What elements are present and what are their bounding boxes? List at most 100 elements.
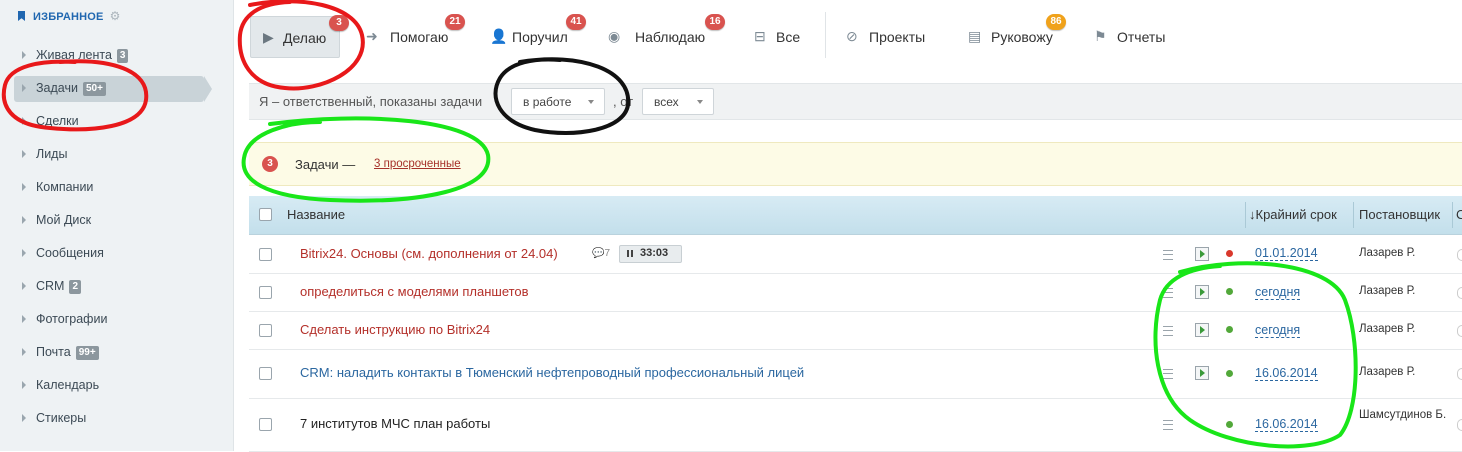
sidebar-item-stickers[interactable]: Стикеры xyxy=(0,406,233,432)
menu-icon[interactable] xyxy=(1163,288,1173,298)
row-checkbox[interactable] xyxy=(259,324,272,337)
counter-badge: 99+ xyxy=(75,346,99,360)
selected-value: в работе xyxy=(523,95,572,109)
tab-reports[interactable]: ⚑ Отчеты xyxy=(1094,16,1184,56)
table-row[interactable]: определиться с моделями планшетов сегодн… xyxy=(249,274,1462,312)
column-deadline-header[interactable]: ↓Крайний срок xyxy=(1249,207,1337,222)
row-checkbox[interactable] xyxy=(259,367,272,380)
chevron-right-icon xyxy=(22,381,26,389)
chevron-right-icon xyxy=(22,249,26,257)
sidebar-item-my-drive[interactable]: Мой Диск xyxy=(0,208,233,234)
comments-count: 💬7 xyxy=(592,248,611,259)
eye-icon: ◉ xyxy=(608,28,621,44)
creator-name[interactable]: Шамсутдинов Б. xyxy=(1359,407,1449,423)
notebook-icon: ▤ xyxy=(968,28,982,44)
creator-name[interactable]: Лазарев Р. xyxy=(1359,323,1415,335)
sidebar-item-label: CRM xyxy=(36,279,65,293)
tab-label: Проекты xyxy=(869,29,926,45)
table-row[interactable]: Сделать инструкцию по Bitrix24 сегодня Л… xyxy=(249,312,1462,350)
row-checkbox[interactable] xyxy=(259,248,272,261)
sidebar-item-label: Фотографии xyxy=(36,312,108,326)
menu-icon[interactable] xyxy=(1163,326,1173,336)
person-icon: 👤 xyxy=(490,28,508,44)
chevron-right-icon xyxy=(22,183,26,191)
sidebar-item-calendar[interactable]: Календарь xyxy=(0,373,233,399)
menu-icon[interactable] xyxy=(1163,420,1173,430)
row-checkbox[interactable] xyxy=(259,418,272,431)
column-name-header[interactable]: Название xyxy=(287,207,345,222)
task-title[interactable]: Сделать инструкцию по Bitrix24 xyxy=(300,322,490,337)
status-select[interactable]: в работе xyxy=(511,88,605,115)
task-timer[interactable]: 33:03 xyxy=(619,245,682,263)
sidebar-item-live-feed[interactable]: Живая лента 3 xyxy=(0,43,233,69)
counter-badge: 50+ xyxy=(82,82,106,96)
overdue-count-badge: 3 xyxy=(262,156,278,172)
deadline-date[interactable]: сегодня xyxy=(1255,323,1301,338)
sidebar-item-deals[interactable]: Сделки xyxy=(0,109,233,135)
tab-projects[interactable]: ⊘ Проекты xyxy=(846,16,936,56)
start-play-icon[interactable] xyxy=(1195,247,1209,261)
row-edge-icon xyxy=(1457,325,1462,337)
sidebar-item-leads[interactable]: Лиды xyxy=(0,142,233,168)
favorites-header[interactable]: ИЗБРАННОЕ ⚙ xyxy=(18,9,121,23)
deadline-date[interactable]: сегодня xyxy=(1255,285,1301,300)
creator-name[interactable]: Лазарев Р. xyxy=(1359,247,1415,259)
counter-badge: 3 xyxy=(116,49,129,63)
tab-managing[interactable]: ▤ Руковожу 86 xyxy=(968,14,1078,56)
tab-watching[interactable]: ◉ Наблюдаю 16 xyxy=(608,14,728,56)
filter-text-between: , от xyxy=(613,94,634,109)
tab-label: Делаю xyxy=(283,30,327,46)
chevron-right-icon xyxy=(22,84,26,92)
row-edge-icon xyxy=(1457,419,1462,431)
deadline-date[interactable]: 16.06.2014 xyxy=(1255,417,1318,432)
chevron-down-icon xyxy=(588,100,594,104)
start-play-icon[interactable] xyxy=(1195,366,1209,380)
status-dot xyxy=(1226,421,1233,428)
column-creator-header[interactable]: Постановщик xyxy=(1359,207,1440,222)
tab-label: Поручил xyxy=(512,29,568,45)
row-edge-icon xyxy=(1457,287,1462,299)
column-extra-header[interactable]: С xyxy=(1456,207,1462,222)
tab-counter: 16 xyxy=(705,14,725,30)
creator-name[interactable]: Лазарев Р. xyxy=(1359,285,1415,297)
sidebar-item-crm[interactable]: CRM 2 xyxy=(0,274,233,300)
gear-icon[interactable]: ⚙ xyxy=(110,9,121,23)
filter-bar: Я – ответственный, показаны задачи в раб… xyxy=(249,83,1462,120)
table-row[interactable]: 7 институтов МЧС план работы 16.06.2014 … xyxy=(249,399,1462,452)
tab-counter: 21 xyxy=(445,14,465,30)
task-title[interactable]: CRM: наладить контакты в Тюменский нефте… xyxy=(300,365,804,380)
task-title[interactable]: Bitrix24. Основы (см. дополнения от 24.0… xyxy=(300,246,558,261)
deadline-date[interactable]: 01.01.2014 xyxy=(1255,246,1318,261)
tab-helping[interactable]: ➜ Помогаю 21 xyxy=(366,14,466,56)
task-title[interactable]: определиться с моделями планшетов xyxy=(300,284,529,299)
creator-name[interactable]: Лазарев Р. xyxy=(1359,366,1415,378)
sidebar-item-tasks[interactable]: Задачи 50+ xyxy=(0,76,233,102)
row-edge-icon xyxy=(1457,249,1462,261)
tab-divider xyxy=(825,12,826,58)
row-checkbox[interactable] xyxy=(259,286,272,299)
from-select[interactable]: всех xyxy=(642,88,714,115)
table-row[interactable]: CRM: наладить контакты в Тюменский нефте… xyxy=(249,350,1462,399)
menu-icon[interactable] xyxy=(1163,369,1173,379)
status-dot xyxy=(1226,288,1233,295)
deadline-date[interactable]: 16.06.2014 xyxy=(1255,366,1318,381)
flag-icon: ⚑ xyxy=(1094,28,1107,44)
sidebar-item-mail[interactable]: Почта 99+ xyxy=(0,340,233,366)
select-all-checkbox[interactable] xyxy=(259,208,272,221)
sidebar-item-label: Сделки xyxy=(36,114,79,128)
sidebar-item-companies[interactable]: Компании xyxy=(0,175,233,201)
overdue-link[interactable]: 3 просроченные xyxy=(374,158,461,170)
status-dot xyxy=(1226,370,1233,377)
tab-assigned[interactable]: 👤 Поручил 41 xyxy=(490,14,590,56)
sidebar-item-messages[interactable]: Сообщения xyxy=(0,241,233,267)
tab-all[interactable]: ⊟ Все xyxy=(754,16,814,56)
table-row[interactable]: Bitrix24. Основы (см. дополнения от 24.0… xyxy=(249,235,1462,274)
start-play-icon[interactable] xyxy=(1195,285,1209,299)
sidebar-item-photos[interactable]: Фотографии xyxy=(0,307,233,333)
menu-icon[interactable] xyxy=(1163,250,1173,260)
tab-doing[interactable]: ▶ Делаю 3 xyxy=(250,15,349,58)
notice-text: Задачи — xyxy=(295,157,356,172)
sidebar-item-label: Задачи xyxy=(36,81,78,95)
task-title[interactable]: 7 институтов МЧС план работы xyxy=(300,416,490,431)
start-play-icon[interactable] xyxy=(1195,323,1209,337)
